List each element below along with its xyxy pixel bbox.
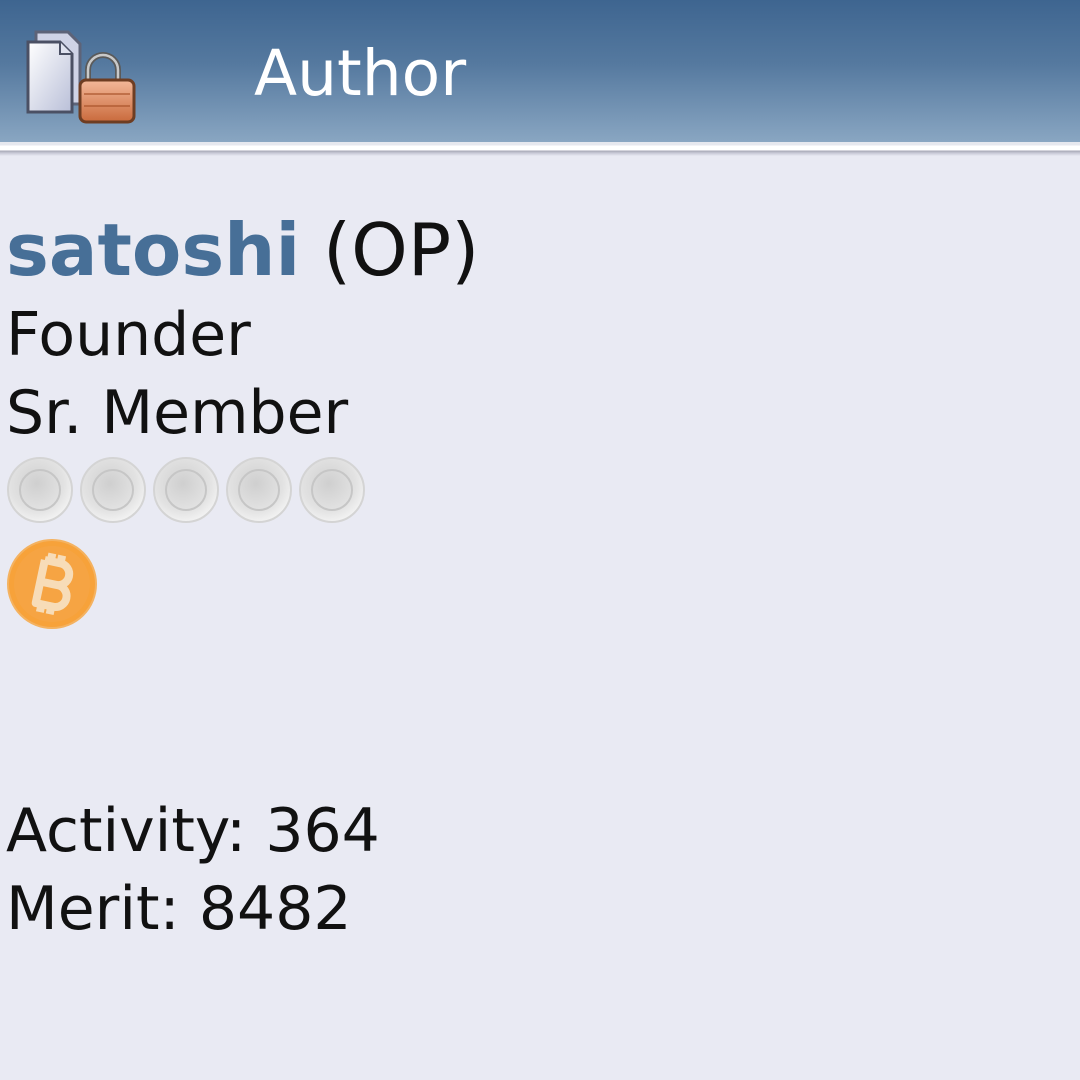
author-panel: Author satoshi (OP) Founder Sr. Member A… xyxy=(0,0,1080,1080)
member-position: Founder xyxy=(6,300,251,370)
locked-topic-icon xyxy=(26,30,136,124)
member-rank: Sr. Member xyxy=(6,378,349,448)
merit-label: Merit: xyxy=(6,874,180,944)
activity-stat: Activity: 364 xyxy=(6,796,380,866)
author-name-line: satoshi (OP) xyxy=(6,208,479,292)
username-link[interactable]: satoshi xyxy=(6,208,300,292)
op-tag: (OP) xyxy=(323,208,480,292)
header-bar: Author xyxy=(0,0,1080,142)
star-icon xyxy=(299,457,365,523)
merit-value: 8482 xyxy=(198,874,352,944)
activity-value: 364 xyxy=(265,796,380,866)
star-icon xyxy=(80,457,146,523)
header-title: Author xyxy=(254,37,467,110)
header-divider xyxy=(0,142,1080,156)
star-icon xyxy=(153,457,219,523)
star-icon xyxy=(7,457,73,523)
merit-stat: Merit: 8482 xyxy=(6,874,352,944)
rank-stars xyxy=(7,457,365,523)
bitcoin-icon xyxy=(7,539,97,629)
star-icon xyxy=(226,457,292,523)
activity-label: Activity: xyxy=(6,796,247,866)
